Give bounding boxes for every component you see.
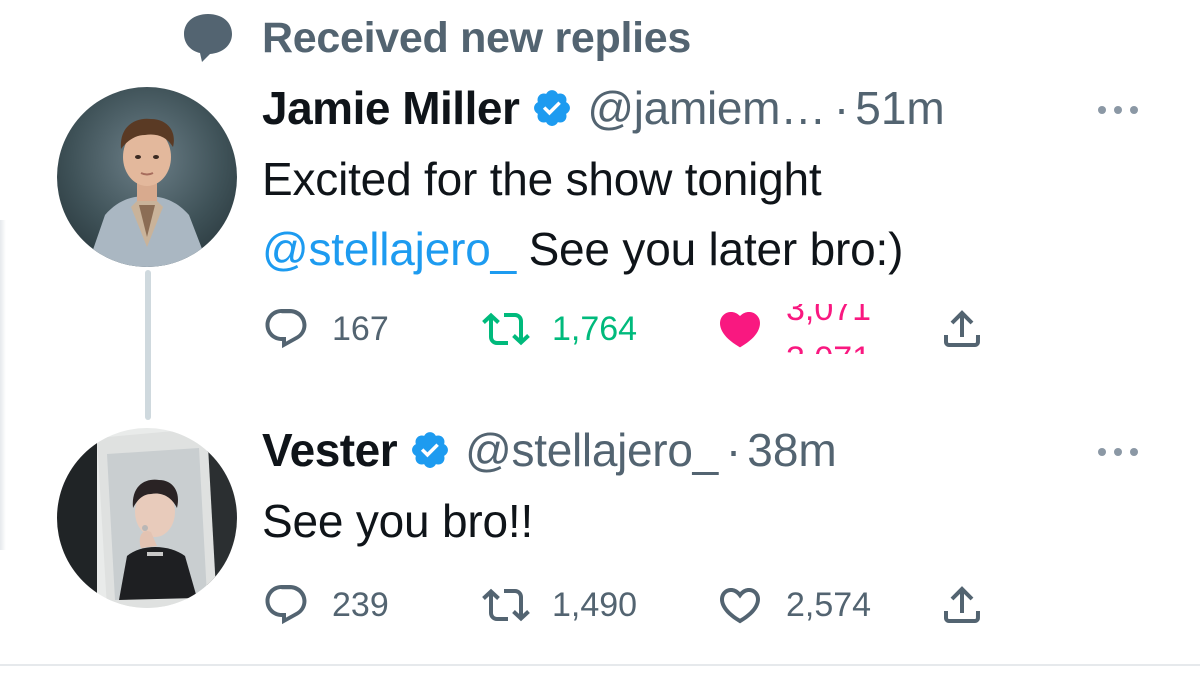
- reply-button[interactable]: 167: [262, 304, 389, 354]
- retweet-button[interactable]: 1,764: [482, 304, 637, 354]
- heart-filled-icon: [719, 312, 761, 348]
- tweet-text-line: Excited for the show tonight: [262, 153, 822, 205]
- tweet-text-rest: See you later bro:): [515, 223, 904, 275]
- reply-icon: [265, 309, 307, 349]
- left-edge-shadow: [0, 220, 6, 550]
- author-handle[interactable]: @jamiem…: [587, 81, 826, 135]
- like-button[interactable]: 2,574: [716, 580, 871, 630]
- mention-link[interactable]: @stellajero_: [262, 223, 516, 275]
- verified-badge-icon: [412, 432, 449, 468]
- verified-badge-icon: [534, 90, 571, 126]
- heart-outline-icon: [719, 588, 761, 624]
- retweet-count: 1,490: [552, 585, 638, 624]
- reply-count: 167: [332, 309, 389, 348]
- retweet-count: 1,764: [552, 309, 638, 348]
- more-options-icon[interactable]: [1098, 104, 1138, 116]
- tweet-1-text: Excited for the show tonight @stellajero…: [262, 144, 903, 284]
- social-context[interactable]: Received new replies: [180, 10, 691, 66]
- notification-thread: Received new replies Jamie Miller @jamie…: [0, 0, 1200, 677]
- like-count-old: 3,071: [786, 304, 872, 328]
- thread-connector: [145, 270, 151, 420]
- tweet-2-header: Vester @stellajero_ · 38m: [262, 420, 837, 480]
- tweet-timestamp[interactable]: 38m: [747, 423, 836, 477]
- share-button[interactable]: [938, 580, 986, 630]
- divider: [0, 664, 1200, 666]
- author-name[interactable]: Vester: [262, 423, 398, 477]
- tweet-text-line: See you bro!!: [262, 495, 534, 547]
- share-icon: [944, 586, 980, 623]
- like-count: 2,574: [786, 585, 872, 624]
- share-button[interactable]: [938, 304, 986, 354]
- like-count-new: 3,071: [786, 340, 871, 354]
- tweet-timestamp[interactable]: 51m: [855, 81, 944, 135]
- more-options-icon[interactable]: [1098, 446, 1138, 458]
- tweet-1-header: Jamie Miller @jamiem… · 51m: [262, 78, 945, 138]
- retweet-icon: [482, 312, 530, 346]
- header-separator: ·: [725, 424, 742, 476]
- reply-button[interactable]: 239: [262, 580, 389, 630]
- share-icon: [944, 310, 980, 347]
- author-handle[interactable]: @stellajero_: [465, 423, 718, 477]
- speech-bubble-icon: [180, 10, 236, 66]
- author-name[interactable]: Jamie Miller: [262, 81, 520, 135]
- social-context-text: Received new replies: [262, 13, 691, 62]
- avatar-jamie-miller[interactable]: [57, 87, 237, 267]
- avatar-vester[interactable]: [57, 428, 237, 608]
- like-button[interactable]: 3,071 3,071: [716, 304, 886, 354]
- reply-count: 239: [332, 585, 389, 624]
- header-separator: ·: [833, 82, 850, 134]
- like-count: 3,071 3,071: [786, 304, 886, 354]
- retweet-button[interactable]: 1,490: [482, 580, 637, 630]
- tweet-2-text: See you bro!!: [262, 486, 533, 556]
- tweet-text-line: @stellajero_ See you later bro:): [262, 214, 903, 284]
- retweet-icon: [482, 588, 530, 622]
- reply-icon: [265, 585, 307, 625]
